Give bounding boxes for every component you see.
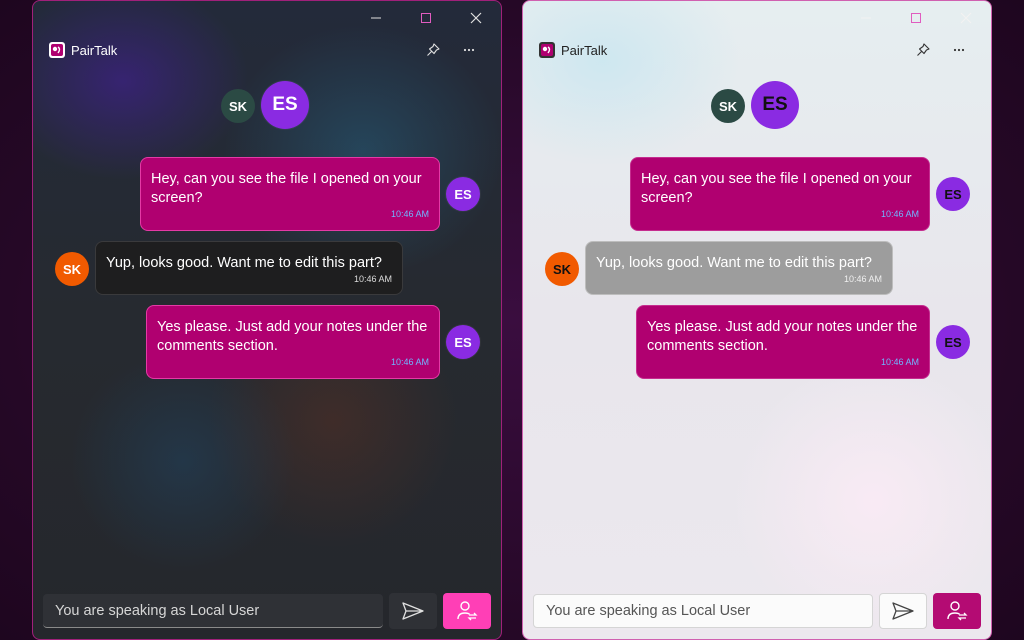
- message-bubble-incoming: Yup, looks good. Want me to edit this pa…: [95, 241, 403, 295]
- message-timestamp: 10:46 AM: [880, 357, 919, 367]
- message-text-line: comments section.: [157, 338, 278, 354]
- message-row: Hey, can you see the file I opened on yo…: [33, 157, 501, 231]
- pin-icon: [427, 43, 440, 56]
- send-button[interactable]: [879, 593, 927, 629]
- maximize-button[interactable]: [901, 7, 931, 29]
- avatar-es: ES: [446, 177, 480, 211]
- participant-list: SK ES: [523, 81, 991, 129]
- send-icon: [892, 602, 914, 620]
- minimize-icon: [861, 17, 871, 19]
- message-timestamp: 10:46 AM: [880, 209, 919, 219]
- message-row: Yes please. Just add your notes under th…: [33, 305, 501, 379]
- message-input[interactable]: You are speaking as Local User: [43, 594, 383, 628]
- minimize-button[interactable]: [361, 7, 391, 29]
- minimize-icon: [371, 17, 381, 19]
- message-text: Yup, looks good. Want me to edit this pa…: [596, 255, 872, 271]
- avatar-sk: SK: [55, 252, 89, 286]
- close-button[interactable]: [461, 7, 491, 29]
- more-options-button[interactable]: [457, 39, 481, 61]
- app-logo-icon: [539, 42, 555, 58]
- participant-list: SK ES: [33, 81, 501, 129]
- message-input[interactable]: You are speaking as Local User: [533, 594, 873, 628]
- avatar-es: ES: [936, 325, 970, 359]
- composer: You are speaking as Local User: [43, 593, 491, 629]
- send-button[interactable]: [389, 593, 437, 629]
- message-timestamp: 10:46 AM: [390, 357, 429, 367]
- switch-user-button[interactable]: [443, 593, 491, 629]
- avatar-sk: SK: [221, 89, 255, 123]
- maximize-icon: [911, 13, 921, 23]
- close-button[interactable]: [951, 7, 981, 29]
- avatar-es: ES: [446, 325, 480, 359]
- message-row: Yes please. Just add your notes under th…: [523, 305, 991, 379]
- switch-user-button[interactable]: [933, 593, 981, 629]
- chat-window-light: PairTalk SK ES Hey, can you see the file…: [522, 0, 992, 640]
- title-bar: [341, 1, 501, 33]
- message-timestamp: 10:46 AM: [353, 274, 392, 284]
- close-icon: [470, 12, 482, 24]
- more-icon: [463, 48, 475, 52]
- app-logo-icon: [49, 42, 65, 58]
- message-bubble-outgoing: Yes please. Just add your notes under th…: [146, 305, 440, 379]
- app-header: PairTalk: [49, 37, 485, 63]
- message-bubble-outgoing: Yes please. Just add your notes under th…: [636, 305, 930, 379]
- message-text-line: screen?: [641, 190, 693, 206]
- message-text-line: Hey, can you see the file I opened on yo…: [641, 171, 912, 187]
- message-bubble-outgoing: Hey, can you see the file I opened on yo…: [140, 157, 440, 231]
- message-row: SK Yup, looks good. Want me to edit this…: [523, 241, 991, 295]
- more-options-button[interactable]: [947, 39, 971, 61]
- send-icon: [402, 602, 424, 620]
- switch-user-icon: [457, 601, 478, 621]
- chat-window-dark: PairTalk SK ES Hey, can you see the file…: [32, 0, 502, 640]
- message-row: Hey, can you see the file I opened on yo…: [523, 157, 991, 231]
- message-text: Yup, looks good. Want me to edit this pa…: [106, 255, 382, 271]
- message-text-line: comments section.: [647, 338, 768, 354]
- title-bar: [831, 1, 991, 33]
- message-timestamp: 10:46 AM: [390, 209, 429, 219]
- pin-button[interactable]: [911, 39, 935, 61]
- more-icon: [953, 48, 965, 52]
- message-bubble-outgoing: Hey, can you see the file I opened on yo…: [630, 157, 930, 231]
- avatar-sk: SK: [711, 89, 745, 123]
- message-text-line: Hey, can you see the file I opened on yo…: [151, 171, 422, 187]
- app-header: PairTalk: [539, 37, 975, 63]
- app-title: PairTalk: [71, 42, 118, 58]
- maximize-button[interactable]: [411, 7, 441, 29]
- avatar-sk: SK: [545, 252, 579, 286]
- maximize-icon: [421, 13, 431, 23]
- message-timestamp: 10:46 AM: [843, 274, 882, 284]
- avatar-es: ES: [936, 177, 970, 211]
- message-text-line: Yes please. Just add your notes under th…: [157, 319, 428, 335]
- close-icon: [960, 12, 972, 24]
- pin-button[interactable]: [421, 39, 445, 61]
- message-text-line: screen?: [151, 190, 203, 206]
- pin-icon: [917, 43, 930, 56]
- avatar-es: ES: [261, 81, 309, 129]
- message-row: SK Yup, looks good. Want me to edit this…: [33, 241, 501, 295]
- composer: You are speaking as Local User: [533, 593, 981, 629]
- minimize-button[interactable]: [851, 7, 881, 29]
- app-title: PairTalk: [561, 42, 608, 58]
- message-bubble-incoming: Yup, looks good. Want me to edit this pa…: [585, 241, 893, 295]
- switch-user-icon: [947, 601, 968, 621]
- message-text-line: Yes please. Just add your notes under th…: [647, 319, 918, 335]
- avatar-es: ES: [751, 81, 799, 129]
